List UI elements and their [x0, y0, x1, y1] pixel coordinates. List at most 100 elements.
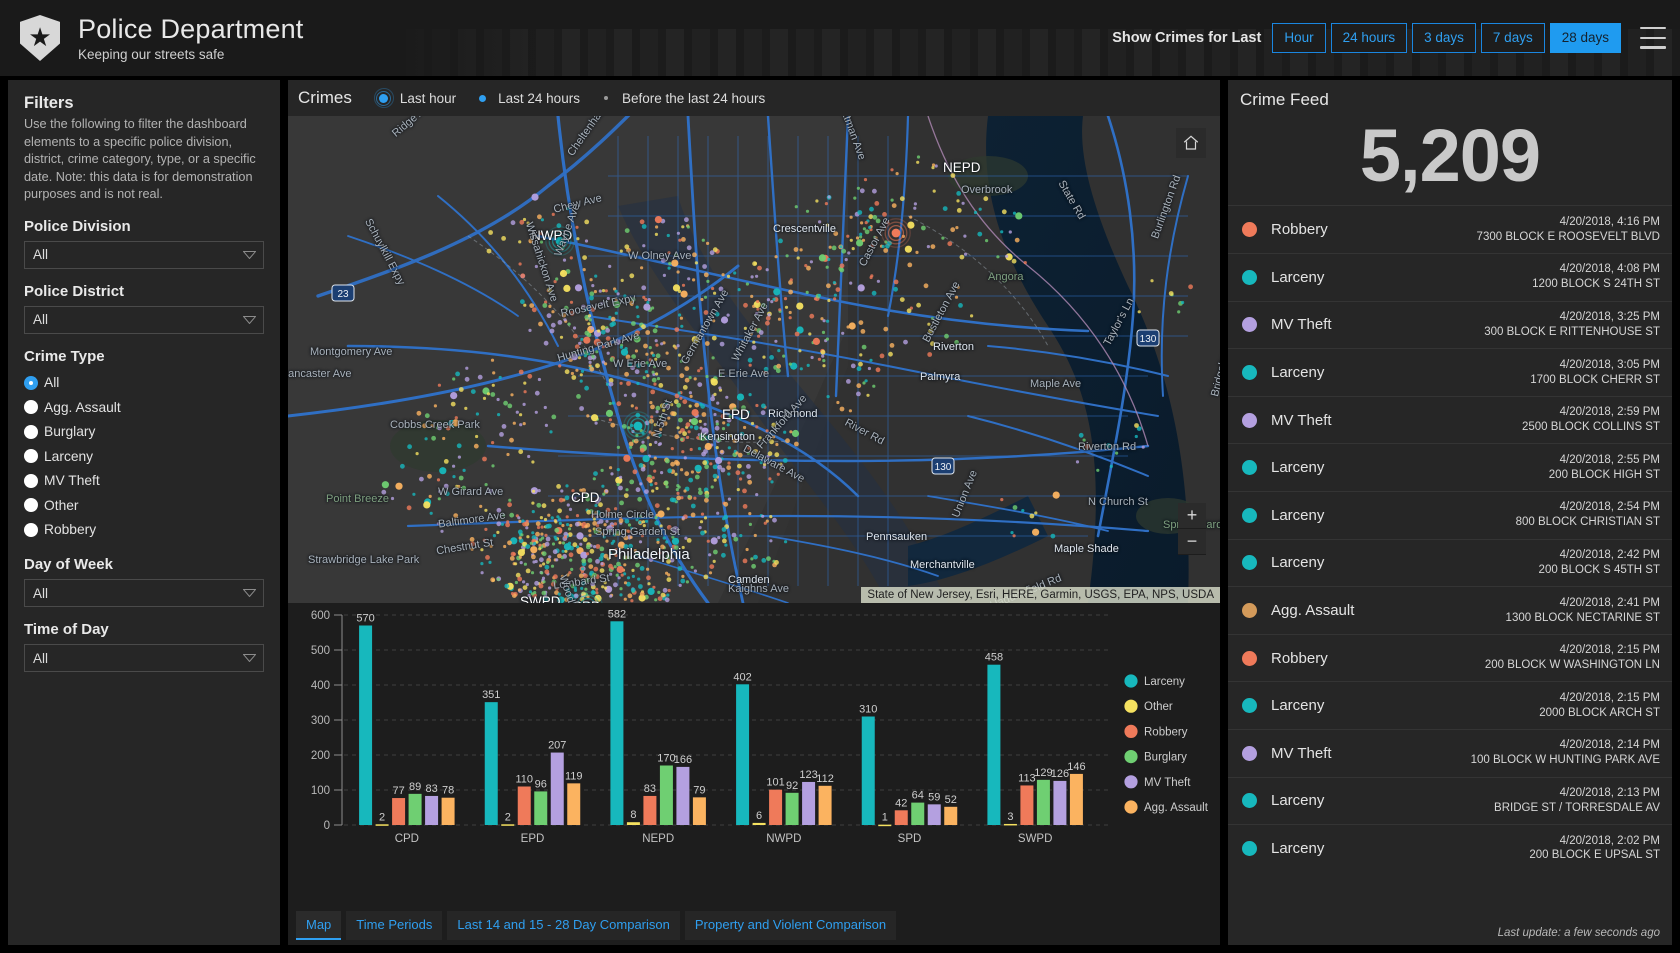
crime-incident-dot[interactable] [584, 239, 589, 243]
crime-incident-dot[interactable] [915, 250, 919, 254]
crime-incident-dot[interactable] [747, 479, 753, 485]
crime-incident-dot[interactable] [666, 559, 671, 564]
crime-incident-dot[interactable] [693, 496, 697, 500]
crime-incident-dot[interactable] [660, 544, 665, 550]
crime-incident-dot[interactable] [893, 286, 898, 292]
crime-incident-dot[interactable] [452, 419, 460, 427]
crime-incident-dot[interactable] [603, 523, 607, 527]
crime-incident-dot[interactable] [676, 270, 680, 274]
crime-incident-dot[interactable] [663, 480, 669, 486]
crime-incident-dot[interactable] [687, 494, 691, 499]
crime-incident-dot[interactable] [755, 312, 759, 316]
crime-incident-dot[interactable] [846, 234, 850, 238]
tab-day-comparison[interactable]: Last 14 and 15 - 28 Day Comparison [447, 910, 680, 940]
crime-incident-dot[interactable] [644, 370, 648, 374]
crime-incident-dot[interactable] [601, 585, 605, 589]
crime-incident-dot[interactable] [534, 559, 538, 564]
crime-incident-dot[interactable] [427, 473, 432, 479]
legend-item-last-hour[interactable]: Last hour [373, 88, 456, 108]
crime-incident-dot[interactable] [713, 549, 718, 555]
crime-incident-dot[interactable] [766, 556, 771, 561]
crime-incident-dot[interactable] [632, 469, 638, 475]
crime-incident-dot[interactable] [907, 262, 913, 268]
crime-incident-dot[interactable] [455, 484, 459, 488]
crime-incident-dot[interactable] [1052, 491, 1060, 499]
crime-incident-dot[interactable] [630, 599, 634, 603]
crime-incident-dot[interactable] [488, 560, 492, 564]
crime-incident-dot[interactable] [583, 354, 587, 358]
crime-incident-dot[interactable] [619, 500, 624, 506]
crime-incident-dot[interactable] [584, 578, 590, 583]
crime-incident-dot[interactable] [531, 489, 536, 493]
crime-incident-dot[interactable] [555, 558, 559, 562]
crime-incident-dot[interactable] [958, 303, 963, 308]
crime-incident-dot[interactable] [769, 515, 773, 519]
crime-incident-dot[interactable] [510, 220, 516, 226]
crime-incident-dot[interactable] [826, 395, 830, 399]
bar-nepd-other[interactable] [626, 822, 640, 825]
crime-incident-dot[interactable] [527, 454, 531, 459]
crime-incident-dot[interactable] [909, 215, 913, 219]
crime-incident-dot[interactable] [875, 367, 881, 373]
crime-incident-dot[interactable] [600, 302, 604, 306]
crime-incident-dot[interactable] [580, 570, 584, 574]
crime-incident-dot[interactable] [444, 491, 450, 497]
crime-incident-dot[interactable] [566, 503, 570, 507]
crime-incident-dot[interactable] [558, 364, 562, 368]
crime-incident-dot[interactable] [676, 344, 680, 348]
crime-incident-dot[interactable] [648, 443, 652, 447]
crime-incident-dot[interactable] [683, 489, 687, 493]
crime-incident-dot[interactable] [1005, 254, 1009, 258]
crime-incident-dot[interactable] [628, 441, 634, 447]
crime-incident-dot[interactable] [502, 513, 506, 517]
crime-incident-dot[interactable] [926, 245, 931, 249]
crime-incident-dot[interactable] [514, 580, 518, 585]
crime-incident-dot[interactable] [588, 314, 592, 318]
crime-incident-dot[interactable] [704, 497, 709, 503]
crime-incident-dot[interactable] [563, 305, 569, 311]
crime-incident-dot[interactable] [755, 425, 759, 429]
crime-incident-dot[interactable] [690, 503, 696, 509]
bar-nepd-burglary[interactable] [659, 765, 673, 826]
crime-feed-item[interactable]: MV Theft 4/20/2018, 2:14 PM 100 BLOCK W HU… [1228, 729, 1672, 777]
crime-incident-dot[interactable] [564, 597, 570, 602]
crime-incident-dot[interactable] [660, 258, 666, 263]
crime-incident-dot[interactable] [869, 206, 874, 212]
crime-incident-dot[interactable] [541, 551, 547, 557]
crime-incident-dot[interactable] [762, 465, 766, 469]
crime-incident-dot[interactable] [726, 417, 732, 423]
crime-incident-dot[interactable] [525, 526, 529, 530]
crime-incident-dot[interactable] [698, 526, 702, 530]
crime-incident-dot[interactable] [674, 472, 678, 476]
crime-incident-dot[interactable] [799, 367, 803, 371]
crime-incident-dot[interactable] [623, 535, 629, 541]
crime-incident-dot[interactable] [726, 313, 730, 317]
bar-swpd-larceny[interactable] [987, 664, 1001, 825]
crime-incident-dot[interactable] [662, 421, 668, 426]
crime-incident-dot[interactable] [487, 488, 493, 494]
crime-incident-dot[interactable] [692, 252, 697, 258]
crime-incident-dot[interactable] [839, 406, 845, 412]
crime-incident-dot[interactable] [600, 562, 604, 566]
crime-incident-dot[interactable] [615, 573, 619, 577]
crime-incident-dot[interactable] [453, 513, 459, 518]
crime-incident-dot[interactable] [559, 335, 564, 339]
crime-incident-dot[interactable] [806, 363, 810, 367]
crime-incident-dot[interactable] [588, 529, 592, 533]
crime-incident-dot[interactable] [593, 290, 597, 294]
crime-incident-dot[interactable] [747, 357, 753, 363]
crime-incident-dot[interactable] [539, 557, 544, 563]
crime-incident-dot[interactable] [947, 241, 953, 247]
crime-incident-dot[interactable] [698, 419, 702, 423]
crime-incident-dot[interactable] [623, 563, 627, 567]
crime-incident-dot[interactable] [666, 365, 671, 371]
crime-incident-dot[interactable] [570, 353, 578, 361]
crime-incident-dot[interactable] [613, 565, 617, 569]
crime-incident-dot[interactable] [921, 225, 926, 231]
crime-feed-item[interactable]: Larceny 4/20/2018, 4:08 PM 1200 BLOCK S 24… [1228, 253, 1672, 301]
crime-incident-dot[interactable] [746, 464, 751, 469]
crime-incident-dot[interactable] [700, 530, 705, 536]
crime-incident-dot[interactable] [655, 225, 659, 229]
police-district-select[interactable]: All [24, 305, 264, 334]
crime-incident-dot[interactable] [648, 557, 654, 562]
